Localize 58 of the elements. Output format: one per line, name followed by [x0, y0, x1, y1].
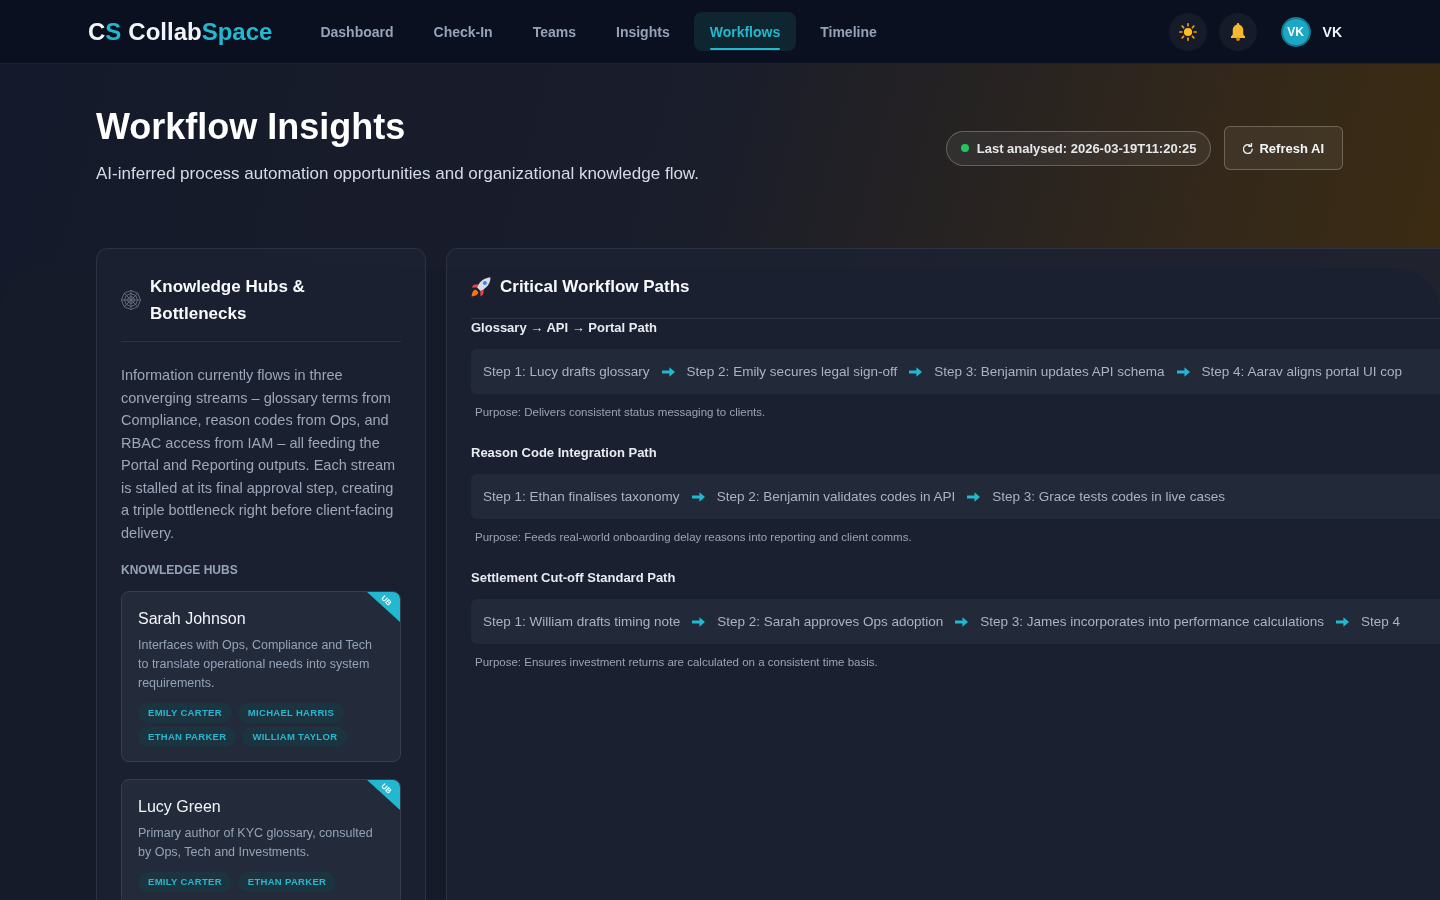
step-label: Step 2: Emily secures legal sign-off [686, 364, 898, 379]
nav-tab[interactable]: Dashboard [304, 12, 410, 51]
person-tag: EMILY CARTER [138, 703, 232, 723]
page-subtitle: AI-inferred process automation opportunities and organizational knowledge flow. [96, 163, 699, 185]
arrow-icon [1176, 366, 1190, 377]
arrow-icon [691, 491, 705, 502]
nav-tab[interactable]: Timeline [804, 12, 893, 51]
user-name: VK [1322, 23, 1342, 40]
person-tag: ETHAN PARKER [138, 727, 237, 747]
arrow-icon [661, 366, 675, 377]
path-title: Settlement Cut-off Standard Path [471, 569, 677, 587]
hub-description: Primary author of KYC glossary, consulted by Ops, Tech and Investments. [138, 825, 374, 861]
path-title: Glossary → API → Portal Path [471, 319, 658, 337]
step-label: Step 3: James incorporates into performance calculations [980, 614, 1324, 629]
purpose-text: Purpose: Delivers consistent status messaging to clients. [474, 405, 767, 420]
status-text: Last analysed: 2026-03-19T11:20:25 [976, 140, 1197, 156]
sun-icon [1178, 22, 1197, 41]
step-label: Step 3: Benjamin updates API schema [934, 364, 1165, 379]
arrow-icon [1335, 616, 1349, 627]
purpose-text: Purpose: Ensures investment returns are calculated on a consistent time basis. [474, 655, 879, 670]
purpose-text: Purpose: Feeds real-world onboarding delay reasons into reporting and client comms. [474, 530, 913, 545]
step-label: Step 1: Lucy drafts glossary [483, 364, 650, 379]
logo-mark: CS [88, 16, 122, 47]
arrow-icon [909, 366, 923, 377]
hub-name: Lucy Green [138, 797, 222, 817]
page-title: Workflow Insights [96, 105, 407, 148]
panel-title: Knowledge Hubs & Bottlenecks [150, 276, 306, 325]
section-label: KNOWLEDGE HUBS [121, 562, 239, 578]
step-label: Step 2: Benjamin validates codes in API [716, 489, 956, 504]
step-label: Step 4: Aarav aligns portal UI cop [1201, 364, 1402, 379]
person-tag: ETHAN PARKER [237, 872, 337, 892]
refresh-icon [1243, 142, 1255, 154]
step-label: Step 3: Grace tests codes in live cases [992, 489, 1225, 504]
panel-title: Critical Workflow Paths [500, 276, 690, 298]
hub-name: Sarah Johnson [138, 609, 247, 629]
nav-tab[interactable]: Teams [516, 12, 592, 51]
refresh-button[interactable]: Refresh AI [1224, 126, 1343, 170]
hub-description: Interfaces with Ops, Compliance and Tech to translate operational needs into system requirements. [138, 637, 373, 692]
person-tag: MICHAEL HARRIS [237, 703, 345, 723]
status-dot-icon [960, 144, 969, 152]
summary-text: Information currently flows in three converging streams – glossary terms from Compliance, reason codes from Ops, and RBAC access from IAM – all feeding the Portal and Reporting outputs. Each stream is stalled at its final approval step, creating a triple bottleneck right before client-facing delivery. [121, 366, 397, 543]
person-tag: WILLIAM TAYLOR [242, 727, 348, 747]
arrow-icon [967, 491, 981, 502]
rocket-icon [471, 276, 491, 297]
nav-tab[interactable]: Insights [600, 12, 686, 51]
step-label: Step 1: William drafts timing note [483, 614, 681, 629]
step-label: Step 2: Sarah approves Ops adoption [717, 614, 944, 629]
person-tag: EMILY CARTER [138, 872, 232, 892]
path-title: Reason Code Integration Path [471, 444, 658, 462]
web-icon [121, 290, 141, 310]
brand-name: CollabSpace [128, 16, 273, 47]
nav-tab[interactable]: Check-In [417, 12, 509, 51]
arrow-icon [692, 616, 706, 627]
step-label: Step 1: Ethan finalises taxonomy [483, 489, 680, 504]
step-label: Step 4 [1360, 614, 1400, 629]
nav-tab[interactable]: Workflows [693, 12, 797, 51]
arrow-icon [955, 616, 969, 627]
bell-icon [1228, 22, 1247, 41]
